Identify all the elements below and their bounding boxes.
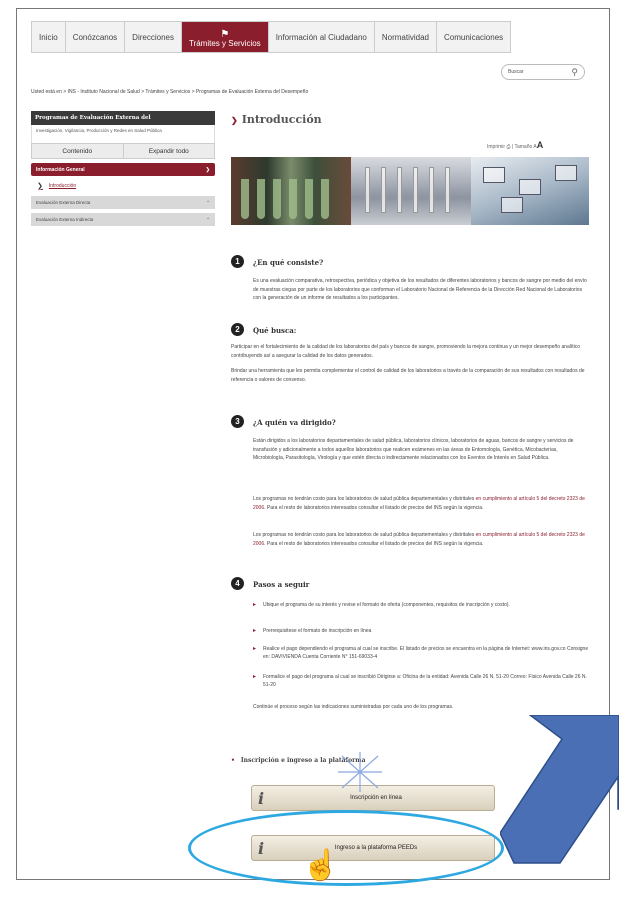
search-icon[interactable]: ⚲ xyxy=(571,67,578,78)
contents-button[interactable]: Contenido xyxy=(32,144,124,158)
step-text-3b: Los programas no tendrán costo para los … xyxy=(253,496,585,511)
chevron-right-icon: ❯ xyxy=(231,115,238,125)
sidebar-item-label: Introducción xyxy=(48,183,77,189)
chevron-down-icon: ❯ xyxy=(205,166,210,173)
test-tubes-photo xyxy=(231,157,351,225)
chevron-up-icon: ⌃ xyxy=(206,199,210,205)
sidebar-item-label: Evaluación Externa Directa xyxy=(36,200,91,205)
step-title-4: Pasos a seguir xyxy=(253,580,310,589)
step-text-1: Es una evaluación comparativa, retrospec… xyxy=(253,278,587,301)
sidebar-title: Programas de Evaluación Externa del xyxy=(31,111,215,125)
step-title-1: ¿En qué consiste? xyxy=(253,258,324,267)
nav-tramites[interactable]: ⚑ Trámites y Servicios xyxy=(181,22,269,52)
top-navigation: Inicio Conózcanos Direcciones ⚑ Trámites… xyxy=(31,21,512,53)
list-item: Realice el pago dependiendo el programa … xyxy=(253,645,589,661)
sidebar-controls: Contenido Expandir todo xyxy=(31,143,215,159)
bullet-icon: • xyxy=(231,757,235,764)
nav-inicio[interactable]: Inicio xyxy=(32,22,66,52)
breadcrumb: Usted está en > INS - Instituto Nacional… xyxy=(31,89,309,95)
nav-informacion[interactable]: Información al Ciudadano xyxy=(269,22,375,52)
text-size-large-button[interactable]: A xyxy=(537,140,544,150)
step-text-3: Están dirigidos a los laboratorios depar… xyxy=(253,438,574,461)
highlight-ellipse xyxy=(188,810,504,886)
sidebar-item-label: Información General xyxy=(36,166,85,173)
registration-form-link[interactable]: Prerrequisitese el formato de inscripció… xyxy=(253,627,589,635)
blue-arrow-icon xyxy=(500,715,619,864)
nav-normatividad[interactable]: Normatividad xyxy=(375,22,437,52)
search-placeholder: Buscar xyxy=(508,69,524,75)
closing-text: Continúe el proceso según las indicacion… xyxy=(253,704,454,710)
sidebar-item-general-info[interactable]: Información General ❯ xyxy=(31,163,215,176)
sidebar-item-introduccion[interactable]: ❯ Introducción xyxy=(31,176,215,196)
chevron-right-icon: ❯ xyxy=(37,183,43,190)
step-number-2: 2 xyxy=(231,323,244,336)
sample-plates-photo xyxy=(471,157,589,225)
lab-photo-banner xyxy=(231,157,589,225)
page-tools: Imprimir ⎙ | Tamaño AA xyxy=(487,140,544,150)
step-number-1: 1 xyxy=(231,255,244,268)
expand-all-button[interactable]: Expandir todo xyxy=(124,144,215,158)
print-link[interactable]: Imprimir xyxy=(487,144,505,150)
flag-icon: ⚑ xyxy=(220,29,230,40)
sidebar: Programas de Evaluación Externa del Inve… xyxy=(31,111,215,230)
step-text-3c: Los programas no tendrán costo para los … xyxy=(253,532,585,547)
nav-tramites-label: Trámites y Servicios xyxy=(188,39,261,48)
text-size-label: Tamaño xyxy=(514,144,533,150)
print-icon[interactable]: ⎙ xyxy=(506,144,510,150)
nav-conozcanos[interactable]: Conózcanos xyxy=(66,22,126,52)
sidebar-subtitle: Investigación, Vigilancia, Producción y … xyxy=(31,125,215,143)
nav-direcciones[interactable]: Direcciones xyxy=(125,22,182,52)
vials-photo xyxy=(351,157,471,225)
page-title: ❯ Introducción xyxy=(231,113,322,126)
nav-comunicaciones[interactable]: Comunicaciones xyxy=(437,22,512,52)
step-number-4: 4 xyxy=(231,577,244,590)
page-title-text: Introducción xyxy=(241,113,322,126)
chevron-up-icon: ⌃ xyxy=(206,216,210,222)
step-text-2b: Brindar una herramienta que les permita … xyxy=(231,368,585,383)
step-title-3: ¿A quién va dirigido? xyxy=(253,418,336,427)
list-item: Ubique el programa de su interés y revis… xyxy=(253,601,589,609)
list-item: Formalice el pago del programa al cual s… xyxy=(253,673,589,689)
search-input[interactable]: Buscar ⚲ xyxy=(501,64,585,80)
pointing-hand-icon: ☝ xyxy=(302,849,340,882)
step-number-3: 3 xyxy=(231,415,244,428)
click-burst-icon xyxy=(338,752,382,792)
sidebar-item-evaluacion-directa[interactable]: Evaluación Externa Directa ⌃ xyxy=(31,196,215,209)
sidebar-item-evaluacion-indirecta[interactable]: Evaluación Externa Indirecta ⌃ xyxy=(31,213,215,226)
info-icon: i xyxy=(258,788,265,808)
step-text-2: Participar en el fortalecimiento de la c… xyxy=(231,344,581,359)
button-label: Inscripción en línea xyxy=(350,795,402,801)
step-title-2: Qué busca: xyxy=(253,326,297,335)
sidebar-item-label: Evaluación Externa Indirecta xyxy=(36,217,94,222)
